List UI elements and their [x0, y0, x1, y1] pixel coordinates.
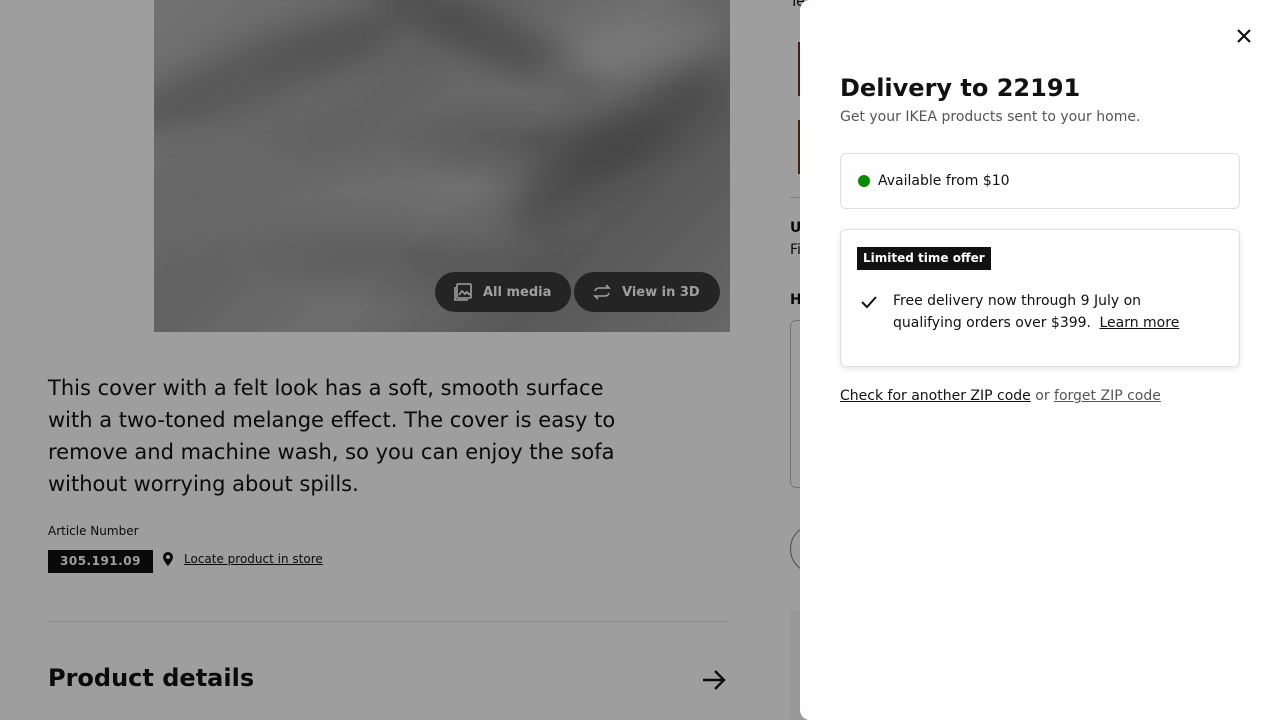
- zip-or-text: or: [1035, 388, 1055, 404]
- panel-subtitle: Get your IKEA products sent to your home…: [840, 109, 1141, 125]
- availability-card: Available from $10: [840, 153, 1240, 209]
- available-status-dot: [858, 175, 870, 187]
- close-icon: [1237, 29, 1251, 43]
- panel-title: Delivery to 22191: [840, 74, 1081, 102]
- checkmark-icon: [861, 296, 877, 309]
- forget-zip-link[interactable]: forget ZIP code: [1054, 388, 1161, 404]
- availability-text: Available from $10: [878, 173, 1010, 189]
- check-another-zip-link[interactable]: Check for another ZIP code: [840, 388, 1031, 404]
- offer-card: Limited time offer Free delivery now thr…: [840, 229, 1240, 367]
- offer-badge: Limited time offer: [857, 247, 991, 270]
- offer-text: Free delivery now through 9 July on qual…: [893, 290, 1213, 334]
- close-button[interactable]: [1228, 20, 1260, 52]
- zip-actions: Check for another ZIP code or forget ZIP…: [840, 388, 1161, 404]
- learn-more-link[interactable]: Learn more: [1099, 315, 1179, 331]
